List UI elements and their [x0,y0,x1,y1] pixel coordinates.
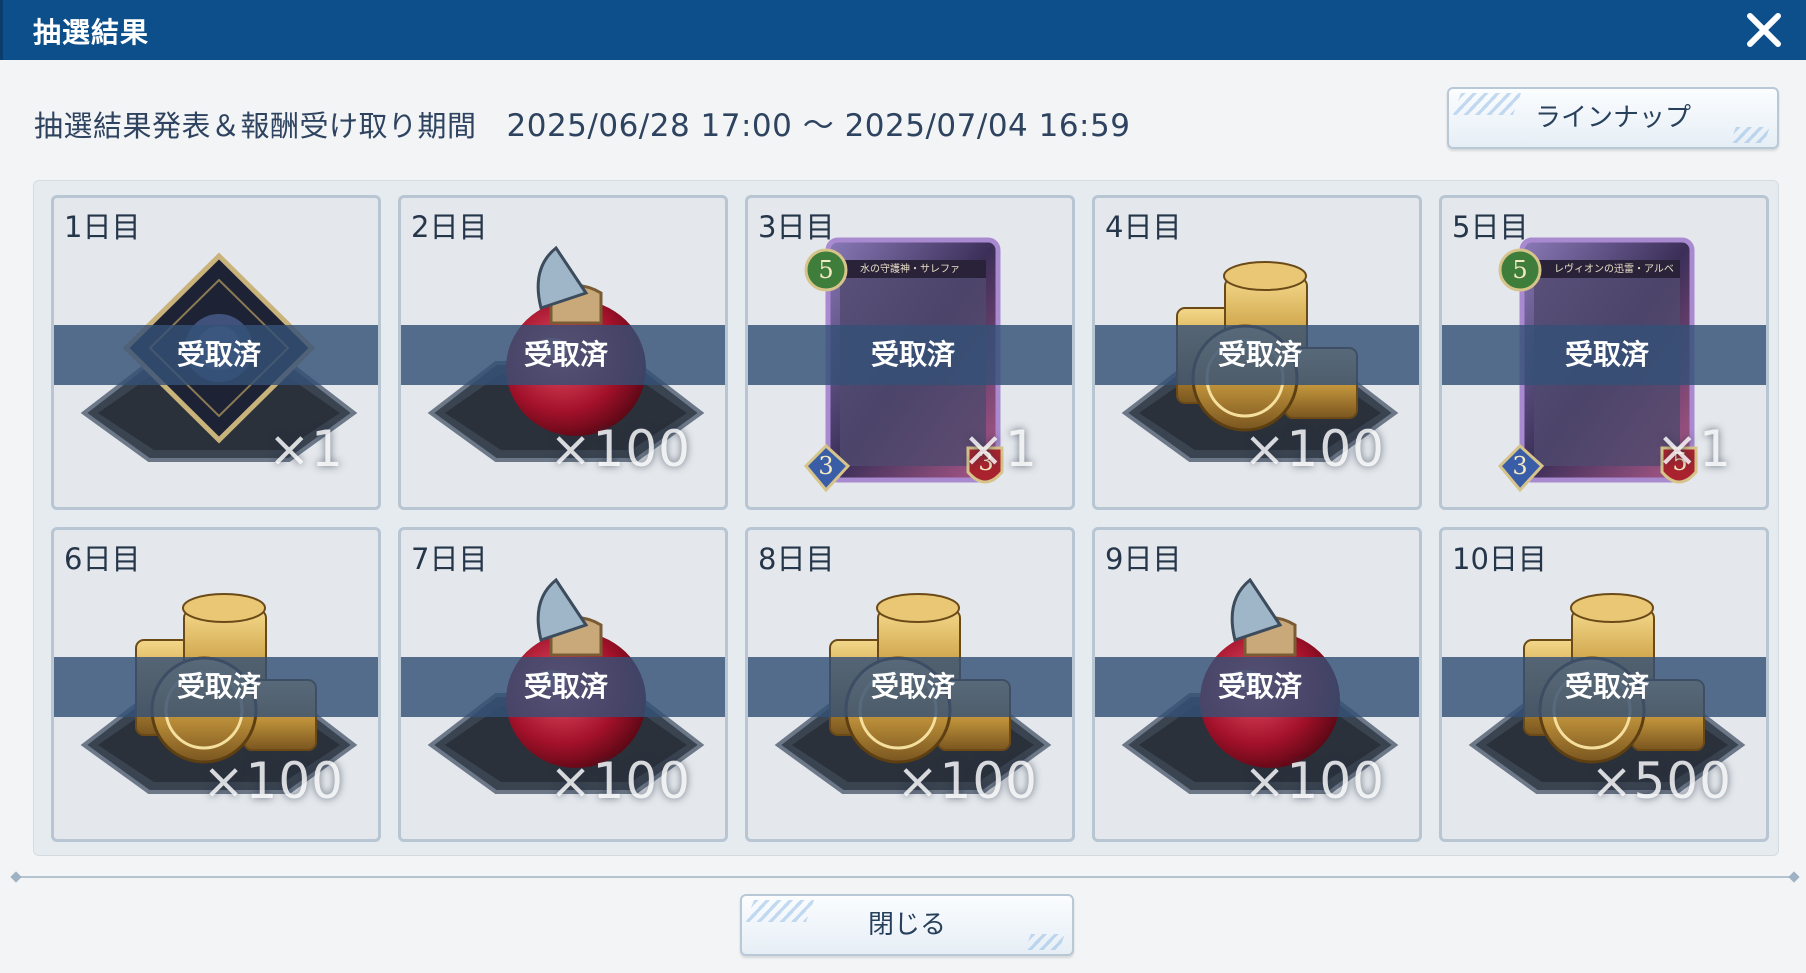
reward-day-3[interactable]: 3日目 水の守護神・サレファ 5 3 3 ×1 受取済 [745,195,1075,510]
claimed-badge: 受取済 [401,657,725,717]
day-label: 2日目 [411,210,488,244]
day-label: 6日目 [64,542,141,576]
day-label: 1日目 [64,210,141,244]
claimed-badge: 受取済 [54,325,378,385]
title-bar: 抽選結果 [0,0,1806,60]
claimed-badge: 受取済 [1095,325,1419,385]
reward-day-7[interactable]: 7日目 ×100 受取済 [398,527,728,842]
card-name: 水の守護神・サレファ [860,264,960,275]
claimed-badge: 受取済 [401,325,725,385]
reward-quantity: ×100 [1243,752,1385,810]
period-text: 抽選結果発表＆報酬受け取り期間 2025/06/28 17:00 ～ 2025/0… [34,100,1130,145]
day-label: 3日目 [758,210,835,244]
reward-day-8[interactable]: 8日目 ×100 受取済 [745,527,1075,842]
reward-day-5[interactable]: 5日目レヴィオンの迅雷・アルベール535×1受取済 [1439,195,1769,510]
period-label: 抽選結果発表＆報酬受け取り期間 [34,109,477,143]
reward-quantity: ×1 [962,420,1038,478]
claimed-badge: 受取済 [748,657,1072,717]
card-cost: 5 [1512,256,1528,284]
day-label: 8日目 [758,542,835,576]
card-name: レヴィオンの迅雷・アルベール [1554,264,1674,275]
reward-day-4[interactable]: 4日目 ×100 受取済 [1092,195,1422,510]
lineup-button-label: ラインナップ [1534,103,1691,133]
reward-day-1[interactable]: 1日目 ×1 受取済 [51,195,381,510]
reward-quantity: ×100 [549,420,691,478]
day-label: 9日目 [1105,542,1182,576]
reward-day-2[interactable]: 2日目 ×100 受取済 [398,195,728,510]
divider [16,876,1794,878]
card-cost: 5 [818,256,834,284]
reward-quantity: ×100 [549,752,691,810]
reward-quantity: ×1 [1656,420,1732,478]
reward-quantity: ×100 [896,752,1038,810]
reward-day-6[interactable]: 6日目 ×100 受取済 [51,527,381,842]
card-attack: 3 [1512,452,1528,480]
lineup-button[interactable]: ラインナップ [1447,87,1779,149]
card-attack: 3 [818,452,834,480]
claimed-badge: 受取済 [1095,657,1419,717]
reward-quantity: ×100 [1243,420,1385,478]
reward-day-10[interactable]: 10日目 ×500 受取済 [1439,527,1769,842]
reward-quantity: ×100 [202,752,344,810]
claimed-badge: 受取済 [748,325,1072,385]
claimed-badge: 受取済 [1442,657,1766,717]
close-icon[interactable] [1740,6,1788,54]
period-dates: 2025/06/28 17:00 ～ 2025/07/04 16:59 [506,108,1131,144]
day-label: 4日目 [1105,210,1182,244]
day-label: 10日目 [1452,542,1547,576]
day-label: 5日目 [1452,210,1529,244]
reward-quantity: ×1 [268,420,344,478]
reward-grid: 1日目 ×1 受取済 2日目 ×100 受取済 3日目 水の守護神・サレファ 5 3 3 ×1 受取済 4… [33,180,1779,856]
dialog-title: 抽選結果 [33,16,150,49]
reward-quantity: ×500 [1590,752,1732,810]
reward-day-9[interactable]: 9日目 ×100 受取済 [1092,527,1422,842]
close-button[interactable]: 閉じる [740,894,1074,956]
claimed-badge: 受取済 [1442,325,1766,385]
lottery-result-dialog: 抽選結果 抽選結果発表＆報酬受け取り期間 2025/06/28 17:00 ～ 2… [0,0,1806,973]
close-button-label: 閉じる [867,910,946,940]
day-label: 7日目 [411,542,488,576]
claimed-badge: 受取済 [54,657,378,717]
